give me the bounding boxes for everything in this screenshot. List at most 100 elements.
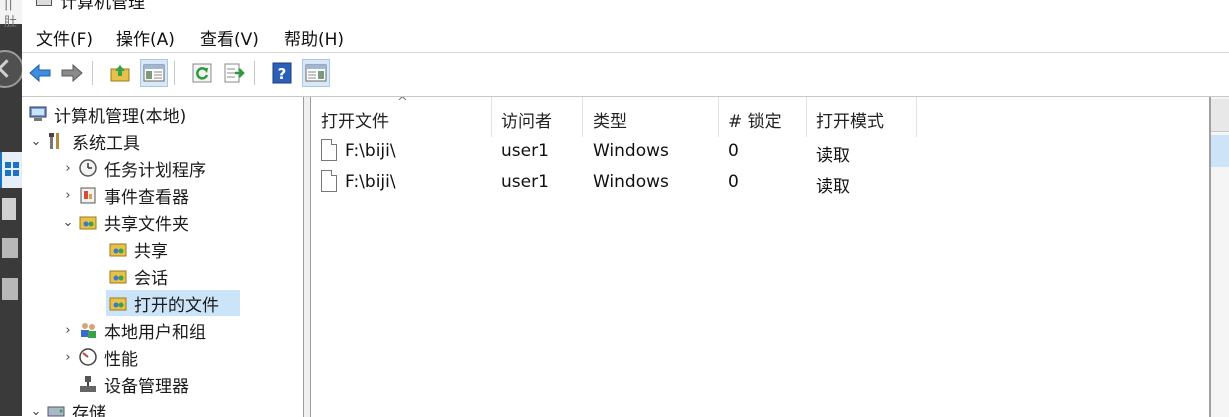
main-panes: 计算机管理(本地) ⌄ 系统工具 › 任务计划程序 › <box>22 96 1229 417</box>
help-icon: ? <box>271 62 293 84</box>
open-files-list: 打开文件 ^ 访问者 类型 # 锁定 打开模式 F:\biji\ user1 W… <box>311 97 1207 417</box>
tree-item-local-users-groups[interactable]: › 本地用户和组 <box>60 317 206 343</box>
column-divider[interactable] <box>806 97 807 137</box>
background-window-strip: || 肚 <box>0 0 22 416</box>
tree-item-computer-management[interactable]: 计算机管理(本地) <box>26 101 186 127</box>
tree-item-storage[interactable]: ⌄ 存储 <box>28 398 106 417</box>
forward-button[interactable] <box>58 59 86 87</box>
tree-item-event-viewer[interactable]: › 事件查看器 <box>60 182 189 208</box>
pane-splitter[interactable] <box>304 97 311 417</box>
refresh-button[interactable] <box>188 59 216 87</box>
tree-item-system-tools[interactable]: ⌄ 系统工具 <box>28 128 140 154</box>
tree-item-label: 任务计划程序 <box>104 156 206 181</box>
tree-item-label: 会话 <box>134 264 168 289</box>
tree-item-label: 计算机管理(本地) <box>54 102 186 127</box>
list-header: 打开文件 ^ 访问者 类型 # 锁定 打开模式 <box>311 97 1207 137</box>
menu-view[interactable]: 查看(V) <box>200 25 259 50</box>
column-header-type[interactable]: 类型 <box>593 107 627 132</box>
tree-item-performance[interactable]: › 性能 <box>60 344 138 370</box>
back-button[interactable] <box>26 59 54 87</box>
sessions-icon <box>108 266 128 286</box>
background-top-text: || 肚 <box>4 0 22 30</box>
show-hide-action-pane-button[interactable] <box>302 59 330 87</box>
back-icon <box>28 63 52 83</box>
tree-item-device-manager[interactable]: 设备管理器 <box>76 371 189 397</box>
tree-item-label: 本地用户和组 <box>104 318 206 343</box>
cell-open-mode: 读取 <box>816 141 850 166</box>
tree-item-label: 设备管理器 <box>104 372 189 397</box>
chevron-right-icon[interactable]: › <box>60 161 76 176</box>
event-viewer-icon <box>78 185 98 205</box>
chevron-right-icon[interactable]: › <box>60 188 76 203</box>
tree-item-label: 共享 <box>134 237 168 262</box>
column-header-open-file[interactable]: 打开文件 <box>321 107 389 132</box>
export-list-icon <box>223 62 245 84</box>
chevron-right-icon[interactable]: › <box>60 323 76 338</box>
column-divider[interactable] <box>582 97 583 137</box>
show-hide-tree-icon <box>143 63 165 83</box>
computer-management-icon <box>28 104 48 124</box>
actions-selected-item[interactable] <box>1211 135 1229 167</box>
chevron-down-icon[interactable]: ⌄ <box>28 134 44 149</box>
toolbar-separator <box>254 61 255 85</box>
show-hide-tree-button[interactable] <box>140 59 168 87</box>
cell-locks: 0 <box>728 172 739 192</box>
export-list-button[interactable] <box>220 59 248 87</box>
toolbar-separator <box>174 61 175 85</box>
sort-indicator-icon: ^ <box>397 97 408 110</box>
shared-folder-icon <box>78 212 98 232</box>
column-divider[interactable] <box>491 97 492 137</box>
cell-accessed-by: user1 <box>501 172 549 192</box>
help-button[interactable]: ? <box>268 59 296 87</box>
clock-icon <box>78 158 98 178</box>
tree-item-shares[interactable]: 共享 <box>106 236 168 262</box>
title-bar: 计算机管理 <box>22 0 1229 12</box>
grid-tile-icon[interactable] <box>0 152 22 188</box>
toolbar-separator <box>92 61 93 85</box>
file-icon <box>321 170 337 192</box>
cell-type: Windows <box>593 141 669 161</box>
storage-icon <box>46 401 66 417</box>
menu-action[interactable]: 操作(A) <box>116 25 175 50</box>
tree-item-task-scheduler[interactable]: › 任务计划程序 <box>60 155 206 181</box>
actions-header[interactable] <box>1211 99 1229 132</box>
performance-icon <box>78 347 98 367</box>
users-icon <box>78 320 98 340</box>
menu-file[interactable]: 文件(F) <box>36 25 93 50</box>
column-header-locks[interactable]: # 锁定 <box>728 107 782 132</box>
column-divider[interactable] <box>718 97 719 137</box>
computer-management-window: 计算机管理 文件(F) 操作(A) 查看(V) 帮助(H) ? <box>22 0 1229 416</box>
table-row[interactable]: F:\biji\ user1 Windows 0 读取 <box>311 137 1207 167</box>
up-level-button[interactable] <box>106 59 134 87</box>
open-files-icon <box>108 293 128 313</box>
cell-open-mode: 读取 <box>816 172 850 197</box>
cell-accessed-by: user1 <box>501 141 549 161</box>
column-header-open-mode[interactable]: 打开模式 <box>816 107 884 132</box>
svg-text:?: ? <box>278 65 287 83</box>
tree-item-sessions[interactable]: 会话 <box>106 263 168 289</box>
chevron-right-icon[interactable]: › <box>60 350 76 365</box>
cell-type: Windows <box>593 172 669 192</box>
column-header-accessed-by[interactable]: 访问者 <box>501 107 552 132</box>
chevron-down-icon[interactable]: ⌄ <box>28 404 44 417</box>
table-row[interactable]: F:\biji\ user1 Windows 0 读取 <box>311 168 1207 198</box>
tree-item-open-files[interactable]: 打开的文件 <box>106 290 240 316</box>
window-icon <box>36 0 52 6</box>
tree-item-label: 系统工具 <box>72 129 140 154</box>
tree-item-shared-folders[interactable]: ⌄ 共享文件夹 <box>60 209 189 235</box>
column-divider[interactable] <box>916 97 917 137</box>
cell-locks: 0 <box>728 141 739 161</box>
window-title: 计算机管理 <box>60 0 145 13</box>
back-circle-icon[interactable] <box>0 50 24 88</box>
chevron-down-icon[interactable]: ⌄ <box>60 215 76 230</box>
menu-help[interactable]: 帮助(H) <box>284 25 344 50</box>
tree-item-label: 事件查看器 <box>104 183 189 208</box>
tree-item-label: 打开的文件 <box>134 291 219 316</box>
background-icon-1 <box>2 198 16 220</box>
up-folder-icon <box>109 63 131 83</box>
forward-icon <box>60 63 84 83</box>
cell-open-file: F:\biji\ <box>345 172 396 192</box>
file-icon <box>321 139 337 161</box>
actions-pane <box>1209 97 1229 417</box>
show-hide-action-pane-icon <box>305 63 327 83</box>
